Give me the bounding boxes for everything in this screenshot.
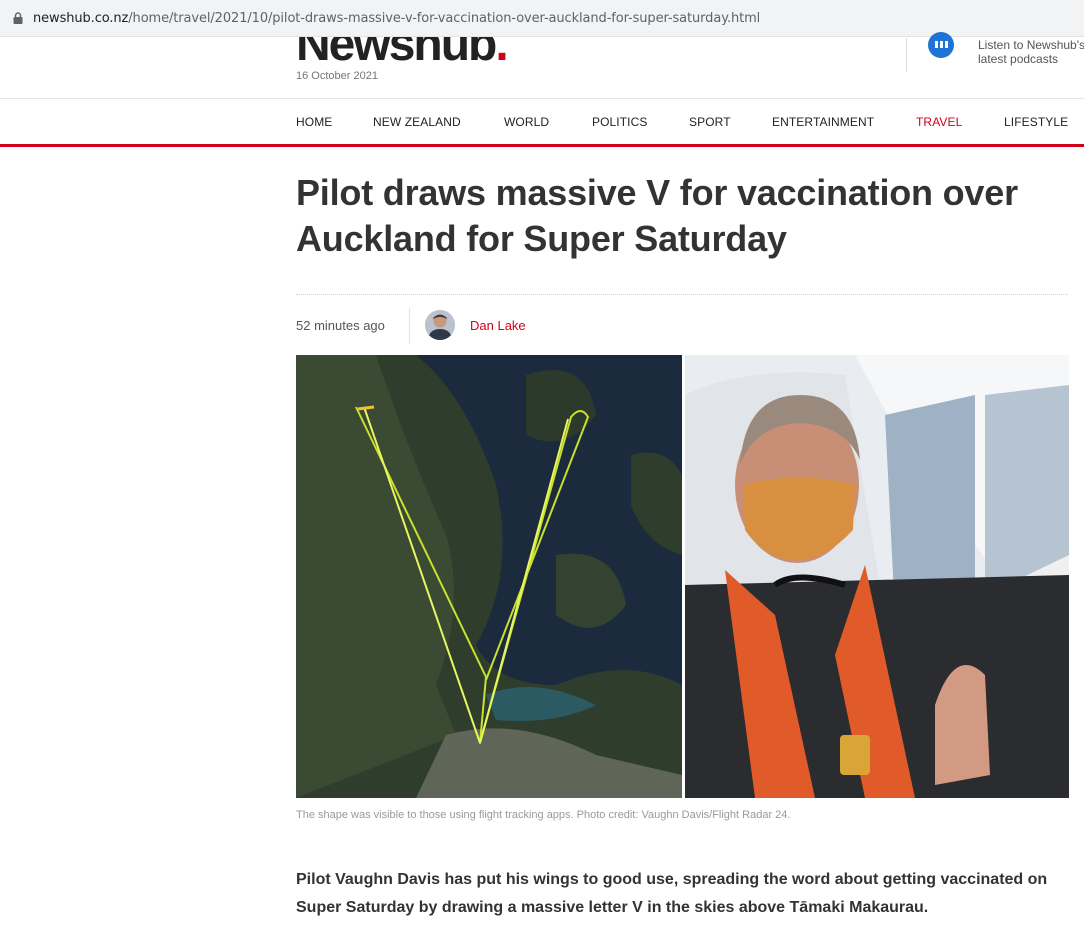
url-path: /home/travel/2021/10/pilot-draws-massive… [128, 11, 761, 26]
article-headline: Pilot draws massive V for vaccination ov… [296, 172, 1018, 259]
nav-world[interactable]: WORLD [504, 115, 549, 129]
nav-accent-rule [0, 144, 1084, 147]
nav-new-zealand[interactable]: NEW ZEALAND [373, 115, 461, 129]
nav-home[interactable]: HOME [296, 115, 332, 129]
header-date: 16 October 2021 [296, 70, 378, 82]
url-host: newshub.co.nz [33, 11, 129, 26]
author-avatar[interactable] [425, 310, 455, 340]
nav-politics[interactable]: POLITICS [592, 115, 647, 129]
byline-divider [409, 308, 410, 344]
headline-rule [296, 294, 1068, 295]
logo-dot: . [495, 37, 508, 68]
nav-entertainment[interactable]: ENTERTAINMENT [772, 115, 874, 129]
podcast-line-2: latest podcasts [978, 52, 1059, 66]
podcast-link[interactable]: Listen to Newshub's latest podcasts [978, 38, 1084, 66]
url-text[interactable]: newshub.co.nz/home/travel/2021/10/pilot-… [33, 11, 760, 26]
nav-sport[interactable]: SPORT [689, 115, 731, 129]
logo-text: Newshub [296, 37, 497, 68]
header-divider [906, 38, 907, 72]
lock-icon [13, 12, 23, 24]
article-lead: Pilot Vaughn Davis has put his wings to … [296, 871, 1048, 916]
podcast-line-1: Listen to Newshub's [978, 38, 1084, 52]
nav-lifestyle[interactable]: LIFESTYLE [1004, 115, 1068, 129]
site-logo[interactable]: Newshub. [296, 37, 566, 68]
nav-travel[interactable]: TRAVEL [916, 115, 962, 129]
photo-caption: The shape was visible to those using fli… [296, 809, 791, 821]
author-link[interactable]: Dan Lake [470, 318, 526, 333]
podcast-icon[interactable] [928, 32, 954, 58]
flight-map-photo [296, 355, 682, 798]
pilot-photo [685, 355, 1069, 798]
article-timestamp: 52 minutes ago [296, 318, 385, 333]
header-rule [0, 98, 1084, 99]
address-bar[interactable]: newshub.co.nz/home/travel/2021/10/pilot-… [0, 0, 1084, 37]
